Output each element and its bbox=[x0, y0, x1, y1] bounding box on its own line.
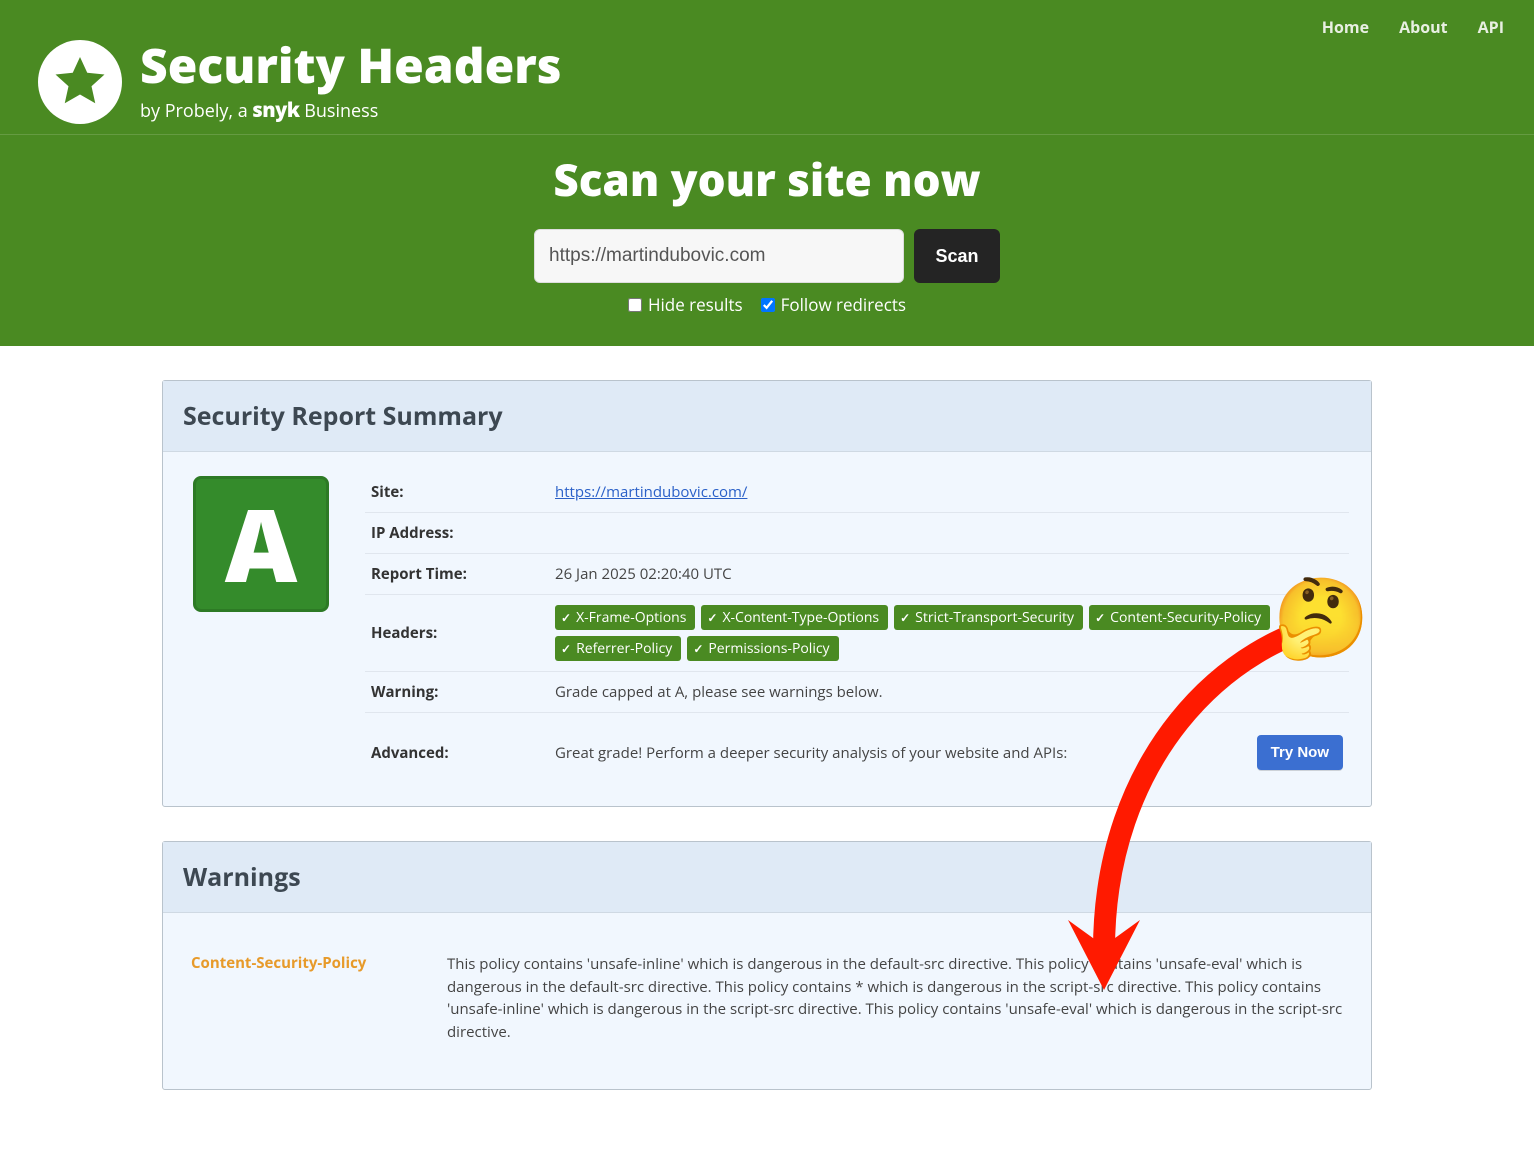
follow-redirects-checkbox[interactable] bbox=[761, 298, 775, 312]
warning-value: Grade capped at A, please see warnings b… bbox=[555, 682, 1343, 702]
url-input[interactable] bbox=[534, 229, 904, 283]
header-pill: X-Content-Type-Options bbox=[701, 605, 888, 630]
top-nav: Home About API bbox=[1322, 10, 1504, 38]
brand: Security Headers by Probely, a snyk Busi… bbox=[30, 10, 562, 134]
hide-results-option[interactable]: Hide results bbox=[628, 293, 743, 316]
warnings-panel: Warnings Content-Security-PolicyThis pol… bbox=[162, 841, 1372, 1090]
hero-section: Security Headers by Probely, a snyk Busi… bbox=[0, 0, 1534, 346]
try-now-button[interactable]: Try Now bbox=[1257, 735, 1343, 770]
warnings-panel-head: Warnings bbox=[163, 842, 1371, 913]
topbar: Security Headers by Probely, a snyk Busi… bbox=[0, 0, 1534, 135]
nav-about[interactable]: About bbox=[1399, 16, 1448, 38]
report-time-value: 26 Jan 2025 02:20:40 UTC bbox=[555, 564, 1343, 584]
advanced-label: Advanced: bbox=[371, 743, 555, 763]
warnings-heading: Warnings bbox=[183, 860, 1351, 894]
headers-pill-list: X-Frame-OptionsX-Content-Type-OptionsStr… bbox=[555, 605, 1343, 661]
brand-subtitle: by Probely, a snyk Business bbox=[140, 96, 562, 123]
advanced-text: Great grade! Perform a deeper security a… bbox=[555, 743, 1067, 763]
summary-panel-head: Security Report Summary bbox=[163, 381, 1371, 452]
header-pill: Permissions-Policy bbox=[687, 636, 838, 661]
warning-label: Warning: bbox=[371, 682, 555, 702]
grade-badge: A bbox=[193, 476, 329, 612]
nav-home[interactable]: Home bbox=[1322, 16, 1369, 38]
scan-button[interactable]: Scan bbox=[914, 229, 1000, 283]
summary-panel: Security Report Summary A Site: https://… bbox=[162, 380, 1372, 807]
summary-table: Site: https://martindubovic.com/ IP Addr… bbox=[365, 472, 1349, 780]
hide-results-checkbox[interactable] bbox=[628, 298, 642, 312]
warning-text: This policy contains 'unsafe-inline' whi… bbox=[447, 953, 1343, 1043]
summary-heading: Security Report Summary bbox=[183, 399, 1351, 433]
warning-row: Content-Security-PolicyThis policy conta… bbox=[185, 933, 1349, 1063]
nav-api[interactable]: API bbox=[1478, 16, 1504, 38]
site-link[interactable]: https://martindubovic.com/ bbox=[555, 482, 747, 502]
header-pill: X-Frame-Options bbox=[555, 605, 695, 630]
headers-label: Headers: bbox=[371, 623, 555, 643]
site-label: Site: bbox=[371, 482, 555, 502]
star-logo-icon bbox=[38, 40, 122, 124]
header-pill: Content-Security-Policy bbox=[1089, 605, 1270, 630]
header-pill: Referrer-Policy bbox=[555, 636, 681, 661]
warning-name: Content-Security-Policy bbox=[191, 953, 427, 1043]
follow-redirects-option[interactable]: Follow redirects bbox=[761, 293, 906, 316]
scan-title: Scan your site now bbox=[0, 149, 1534, 209]
brand-title: Security Headers bbox=[140, 42, 562, 90]
report-time-label: Report Time: bbox=[371, 564, 555, 584]
scan-form: Scan bbox=[0, 229, 1534, 283]
scan-options: Hide results Follow redirects bbox=[0, 293, 1534, 316]
ip-label: IP Address: bbox=[371, 523, 555, 543]
header-pill: Strict-Transport-Security bbox=[894, 605, 1083, 630]
